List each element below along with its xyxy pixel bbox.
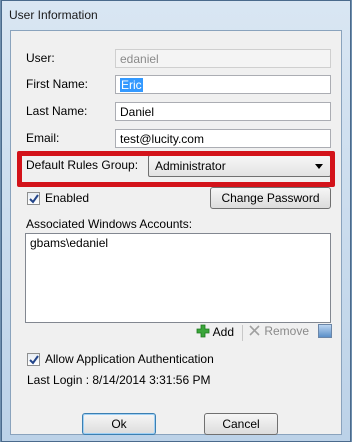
user-label: User: [26, 51, 55, 65]
last-name-label: Last Name: [26, 104, 88, 118]
remove-label: Remove [264, 324, 310, 338]
cancel-button[interactable]: Cancel [204, 413, 278, 435]
last-login-text: Last Login : 8/14/2014 3:31:56 PM [27, 373, 211, 387]
last-name-field[interactable]: Daniel [115, 102, 331, 121]
enabled-label: Enabled [45, 191, 90, 205]
first-name-field[interactable]: Eric [115, 75, 331, 94]
dialog-client-area: User: edaniel First Name: Eric Last Name… [10, 30, 342, 435]
window-title: User Information [9, 8, 98, 22]
highlight-box [17, 151, 335, 187]
windows-accounts-label: Associated Windows Accounts: [26, 217, 193, 231]
email-label: Email: [26, 131, 60, 145]
toolbar-separator [242, 325, 243, 341]
remove-button[interactable]: Remove [248, 324, 309, 338]
checkmark-icon [29, 355, 39, 365]
title-bar[interactable]: User Information [2, 1, 350, 29]
first-name-label: First Name: [26, 77, 89, 91]
email-field[interactable]: test@lucity.com [115, 129, 331, 148]
add-button[interactable]: Add [196, 324, 234, 339]
picture-icon[interactable] [318, 324, 332, 338]
ok-button[interactable]: Ok [82, 413, 156, 435]
allow-app-auth-checkbox[interactable] [27, 353, 40, 366]
add-label: Add [212, 325, 235, 339]
remove-icon [249, 325, 260, 336]
list-item[interactable]: gbams\edaniel [30, 236, 108, 250]
allow-app-auth-label: Allow Application Authentication [45, 352, 214, 366]
add-icon [196, 324, 210, 338]
first-name-value: Eric [120, 78, 143, 92]
enabled-checkbox[interactable] [27, 192, 40, 205]
checkmark-icon [29, 194, 39, 204]
user-information-window: User Information User: edaniel First Nam… [1, 0, 351, 442]
change-password-button[interactable]: Change Password [210, 187, 331, 209]
user-field: edaniel [115, 49, 331, 68]
windows-accounts-list[interactable]: gbams\edaniel [25, 233, 331, 323]
